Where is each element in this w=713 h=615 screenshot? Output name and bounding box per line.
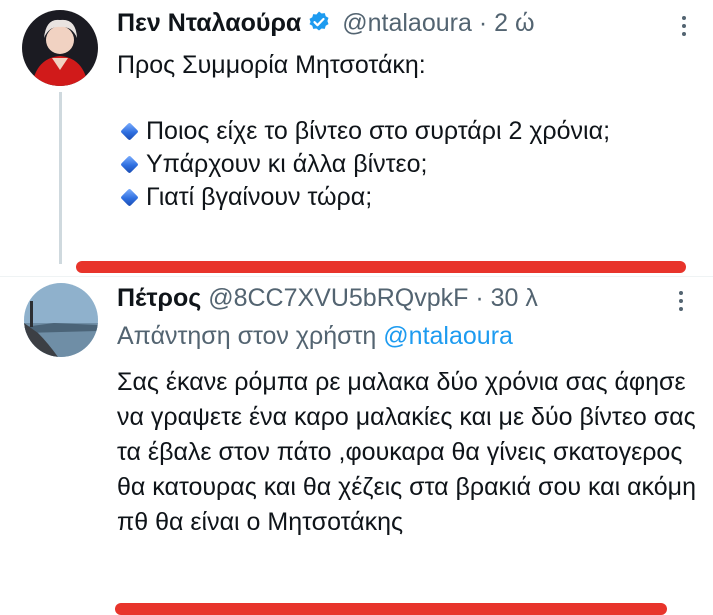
tweet-body: Σας έκανε ρόμπα ρε μαλακα δύο χρόνια σας… [117,368,696,536]
bullet-item: Ποιος είχε το βίντεο στο συρτάρι 2 χρόνι… [117,115,617,148]
bullet-item: Γιατί βγαίνουν τώρα; [117,181,617,214]
red-annotation-bar [76,261,686,273]
blue-diamond-icon [120,155,139,174]
tweet-header: Πεν Νταλαούρα @ntalaoura · 2 ώ [117,8,534,41]
avatar-petros[interactable] [24,283,98,357]
tweet-body: Προς Συμμορία Μητσοτάκη: Ποιος είχε το β… [117,49,617,214]
timestamp[interactable]: 2 ώ [494,9,534,37]
reply-mention-link[interactable]: @ntalaoura [383,322,513,350]
timestamp[interactable]: 30 λ [491,284,538,312]
avatar-ntalaoura[interactable] [22,10,98,86]
user-handle[interactable]: @ntalaoura [342,9,472,37]
bullet-item: Υπάρχουν κι άλλα βίντεο; [117,148,617,181]
red-annotation-bar [115,603,667,615]
verified-badge-icon [307,10,331,41]
separator-dot: · [478,9,488,37]
replying-to-label: Απάντηση στον χρήστη @ntalaoura [117,322,513,350]
user-handle[interactable]: @8CC7XVU5bRQvpkF [208,284,468,312]
display-name[interactable]: Πέτρος [117,284,201,312]
separator-dot: · [475,284,484,312]
thread-line [59,92,62,264]
blue-diamond-icon [120,188,139,207]
blue-diamond-icon [120,122,139,141]
display-name[interactable]: Πεν Νταλαούρα [117,9,301,37]
tweet-header: Πέτρος @8CC7XVU5bRQvpkF · 30 λ [117,283,538,313]
more-options-icon[interactable] [677,291,685,315]
more-options-icon[interactable] [680,16,688,40]
tweet-reply[interactable]: Πέτρος @8CC7XVU5bRQvpkF · 30 λ Απάντηση … [0,277,713,615]
tweet-line-intro: Προς Συμμορία Μητσοτάκη: [117,51,426,79]
tweet-original[interactable]: Πεν Νταλαούρα @ntalaoura · 2 ώ Προς Συμμ… [0,0,713,275]
